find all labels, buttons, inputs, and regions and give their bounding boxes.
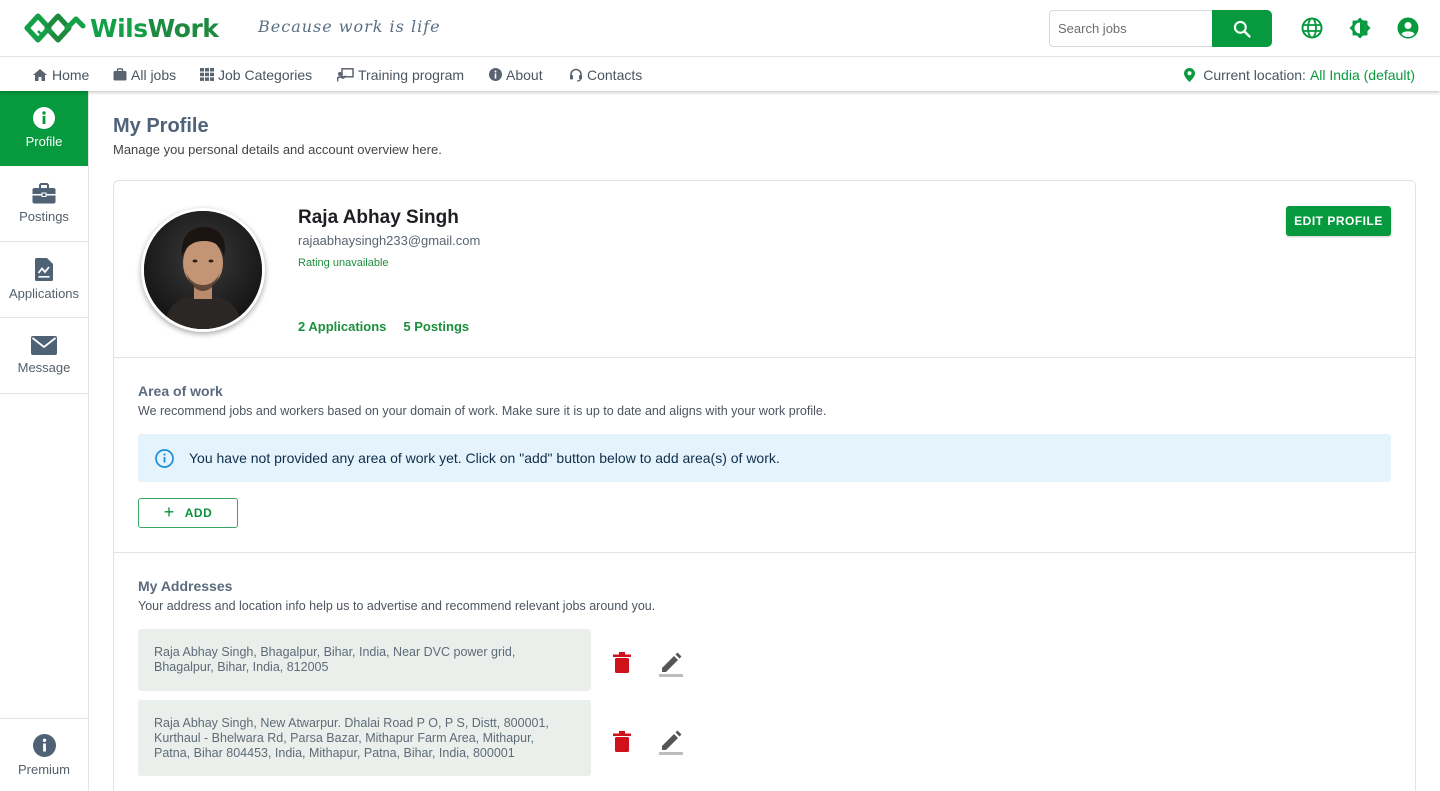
sidebar-item-postings[interactable]: Postings bbox=[0, 166, 88, 242]
nav-item-training-program[interactable]: Training program bbox=[337, 58, 464, 91]
add-button-label: ADD bbox=[184, 506, 213, 520]
delete-icon[interactable] bbox=[613, 731, 631, 753]
job-search bbox=[1049, 10, 1272, 47]
addresses-subtitle: Your address and location info help us t… bbox=[138, 599, 656, 613]
sidebar-item-label: Postings bbox=[19, 209, 69, 224]
nav-item-about[interactable]: About bbox=[489, 58, 543, 91]
profile-stats: 2 Applications 5 Postings bbox=[298, 319, 469, 334]
area-of-work-title: Area of work bbox=[138, 383, 223, 399]
document-chart-icon bbox=[35, 258, 53, 281]
edit-pencil-icon[interactable] bbox=[657, 649, 685, 677]
nav-item-label: Training program bbox=[358, 66, 465, 83]
info-outline-icon bbox=[155, 448, 174, 468]
delete-icon[interactable] bbox=[613, 652, 631, 674]
search-icon bbox=[1233, 20, 1251, 38]
nav-item-label: Contacts bbox=[587, 66, 643, 83]
logo-mark-icon bbox=[24, 13, 86, 43]
address-text: Raja Abhay Singh, Bhagalpur, Bihar, Indi… bbox=[154, 645, 516, 674]
profile-card: Raja Abhay Singh rajaabhaysingh233@gmail… bbox=[113, 180, 1416, 791]
page-subtitle: Manage you personal details and account … bbox=[113, 142, 442, 157]
edit-pencil-icon[interactable] bbox=[657, 727, 685, 755]
briefcase-icon bbox=[32, 183, 56, 204]
mail-icon bbox=[31, 336, 57, 355]
postings-count-link[interactable]: 5 Postings bbox=[403, 319, 469, 334]
sidebar-item-profile[interactable]: Profile bbox=[0, 90, 88, 166]
home-icon bbox=[33, 68, 47, 81]
brand-tagline: Because work is life bbox=[258, 17, 441, 36]
nav-item-all-jobs[interactable]: All jobs bbox=[113, 58, 176, 91]
area-of-work-subtitle: We recommend jobs and workers based on y… bbox=[138, 404, 827, 418]
nav-item-home[interactable]: Home bbox=[32, 58, 89, 91]
address-text: Raja Abhay Singh, New Atwarpur. Dhalai R… bbox=[154, 715, 549, 760]
add-area-of-work-button[interactable]: + ADD bbox=[138, 498, 238, 528]
edit-profile-button[interactable]: EDIT PROFILE bbox=[1286, 206, 1391, 236]
address-item: Raja Abhay Singh, New Atwarpur. Dhalai R… bbox=[138, 700, 591, 776]
sidebar-item-message[interactable]: Message bbox=[0, 318, 88, 394]
sidebar-item-label: Premium bbox=[17, 761, 70, 777]
account-icon[interactable] bbox=[1396, 16, 1420, 40]
sidebar-item-label: Applications bbox=[8, 286, 80, 301]
grid-icon bbox=[200, 68, 214, 81]
sidebar-item-applications[interactable]: Applications bbox=[0, 242, 88, 318]
location-label: Current location: bbox=[1203, 66, 1306, 83]
section-divider bbox=[114, 357, 1415, 358]
sidebar-item-label: Message bbox=[17, 360, 71, 375]
briefcase-icon bbox=[113, 68, 127, 81]
info-icon bbox=[32, 733, 56, 757]
info-icon bbox=[33, 106, 55, 129]
main-nav: Home All jobs Job Categories Training pr… bbox=[0, 58, 1440, 91]
section-divider bbox=[114, 552, 1415, 553]
nav-item-label: Home bbox=[52, 66, 90, 83]
info-alert-text: You have not provided any area of work y… bbox=[189, 450, 780, 466]
avatar-image bbox=[144, 211, 262, 329]
headset-icon bbox=[570, 68, 582, 82]
sidebar-item-premium[interactable]: Premium bbox=[0, 718, 88, 791]
page-title: My Profile bbox=[113, 115, 209, 137]
addresses-title: My Addresses bbox=[138, 578, 233, 594]
current-location[interactable]: Current location: All India (default) bbox=[1184, 58, 1415, 91]
globe-icon[interactable] bbox=[1300, 16, 1324, 40]
location-value: All India (default) bbox=[1309, 66, 1415, 83]
location-pin-icon bbox=[1184, 67, 1196, 82]
sidebar-item-label: Profile bbox=[25, 133, 63, 149]
nav-item-label: Job Categories bbox=[218, 66, 313, 83]
nav-item-label: About bbox=[506, 66, 543, 83]
brightness-icon[interactable] bbox=[1348, 16, 1372, 40]
address-item: Raja Abhay Singh, Bhagalpur, Bihar, Indi… bbox=[138, 629, 591, 691]
brand-logo[interactable]: WilsWork bbox=[24, 11, 219, 45]
nav-item-contacts[interactable]: Contacts bbox=[569, 58, 642, 91]
user-email: rajaabhaysingh233@gmail.com bbox=[298, 233, 481, 248]
plus-icon: + bbox=[163, 501, 175, 522]
area-of-work-info-alert: You have not provided any area of work y… bbox=[138, 434, 1391, 482]
top-header: WilsWork Because work is life bbox=[0, 0, 1440, 57]
search-input[interactable] bbox=[1049, 10, 1212, 47]
info-icon bbox=[489, 68, 502, 81]
user-rating: Rating unavailable bbox=[298, 257, 389, 269]
sidebar: Profile Postings Applications Message Pr… bbox=[0, 90, 89, 791]
brand-name: WilsWork bbox=[90, 13, 219, 43]
avatar[interactable] bbox=[141, 208, 265, 332]
nav-item-job-categories[interactable]: Job Categories bbox=[200, 58, 312, 91]
applications-count-link[interactable]: 2 Applications bbox=[298, 319, 386, 334]
nav-item-label: All jobs bbox=[131, 66, 177, 83]
user-name: Raja Abhay Singh bbox=[298, 207, 459, 228]
presentation-icon bbox=[337, 67, 354, 81]
search-button[interactable] bbox=[1212, 10, 1272, 47]
